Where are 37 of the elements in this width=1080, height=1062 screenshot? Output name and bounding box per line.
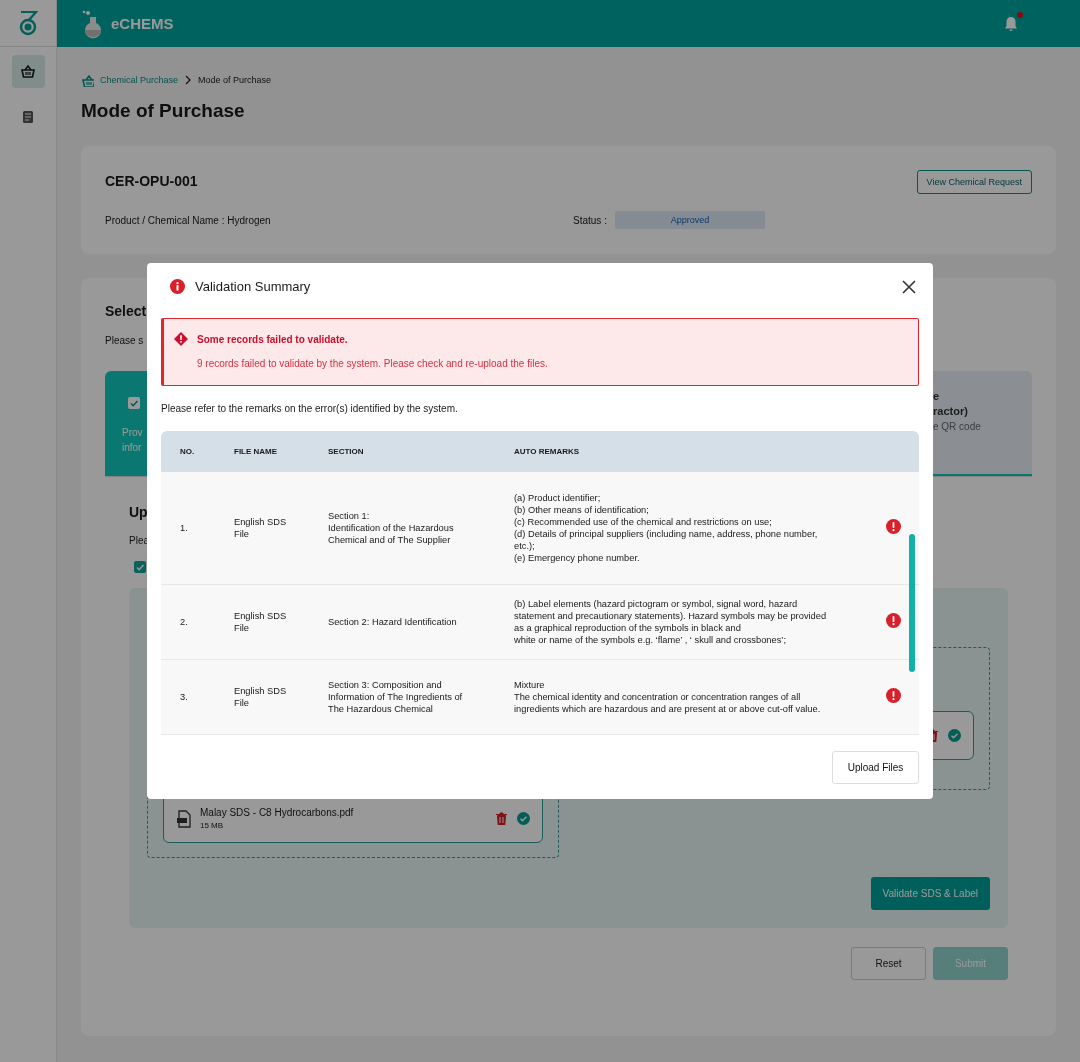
dialog-title: Validation Summary (195, 279, 311, 294)
table-cell-text: English SDS File (234, 685, 288, 709)
table-cell-text: English SDS File (234, 610, 288, 634)
alert-title: Some records failed to validate. (197, 333, 348, 345)
file-size: 15 MB (200, 821, 225, 830)
section-heading: Select (105, 303, 147, 319)
request-id: CER-OPU-001 (105, 173, 198, 189)
table-cell-text: (a) Product identifier; (b) Other means of identification; (c) Recommended use of the chemical and restrictions on use; (d) Details of principal suppliers (including name, address, phone number, etc.); (e) Emergency phone number. (514, 492, 819, 564)
table-cell-text: Mixture The chemical identity and concentration or concentration ranges of all ingredients which are hazardous and are present at or above cut-off value. (514, 679, 822, 715)
page-title: Mode of Purchase (81, 100, 246, 122)
table-cell-text: 1. (180, 522, 189, 534)
breadcrumb-current: Mode of Purchase (198, 75, 272, 85)
file-name: Malay SDS - C8 Hydrocarbons.pdf (200, 807, 354, 818)
table-cell-text: Section 1: Identification of the Hazardous Chemical and of The Supplier (328, 510, 455, 546)
column-header: NO. (180, 447, 196, 456)
product-name: Product / Chemical Name : Hydrogen (105, 214, 272, 226)
option-title: ractor) (933, 404, 968, 419)
option-title: e (933, 389, 940, 404)
option-description: Prov (122, 426, 143, 440)
instructions-text: Please refer to the remarks on the error(s) identified by the system. (161, 403, 459, 414)
section-hint: Please s (105, 335, 144, 346)
column-header: AUTO REMARKS (514, 447, 581, 456)
section-heading: Up (129, 504, 148, 520)
table-cell-text: English SDS File (234, 516, 288, 540)
table-cell-text: Section 2: Hazard Identification (328, 616, 458, 628)
app-name: eCHEMS (111, 15, 174, 32)
column-header: FILE NAME (234, 447, 279, 456)
status-badge: Approved (614, 211, 765, 229)
status-label: Status : (573, 214, 607, 226)
table-cell-text: 3. (180, 691, 189, 703)
table-cell-text: Section 3: Composition and Information of The Ingredients of The Hazardous Chemical (328, 679, 464, 715)
alert-message: 9 records failed to validate by the system. Please check and re-upload the files. (197, 358, 549, 369)
option-description: infor (122, 441, 142, 455)
table-cell-text: 2. (180, 616, 189, 628)
option-description: e QR code (933, 420, 981, 434)
table-cell-text: (b) Label elements (hazard pictogram or symbol, signal word, hazard statement and precautionary statements). Hazard symbols may be provided as a graphical reproduction of the symbols in black and white or name of the symbols e.g. ‘flame’ , ‘ skull and crossbones’; (514, 598, 828, 646)
column-header: SECTION (328, 447, 365, 456)
